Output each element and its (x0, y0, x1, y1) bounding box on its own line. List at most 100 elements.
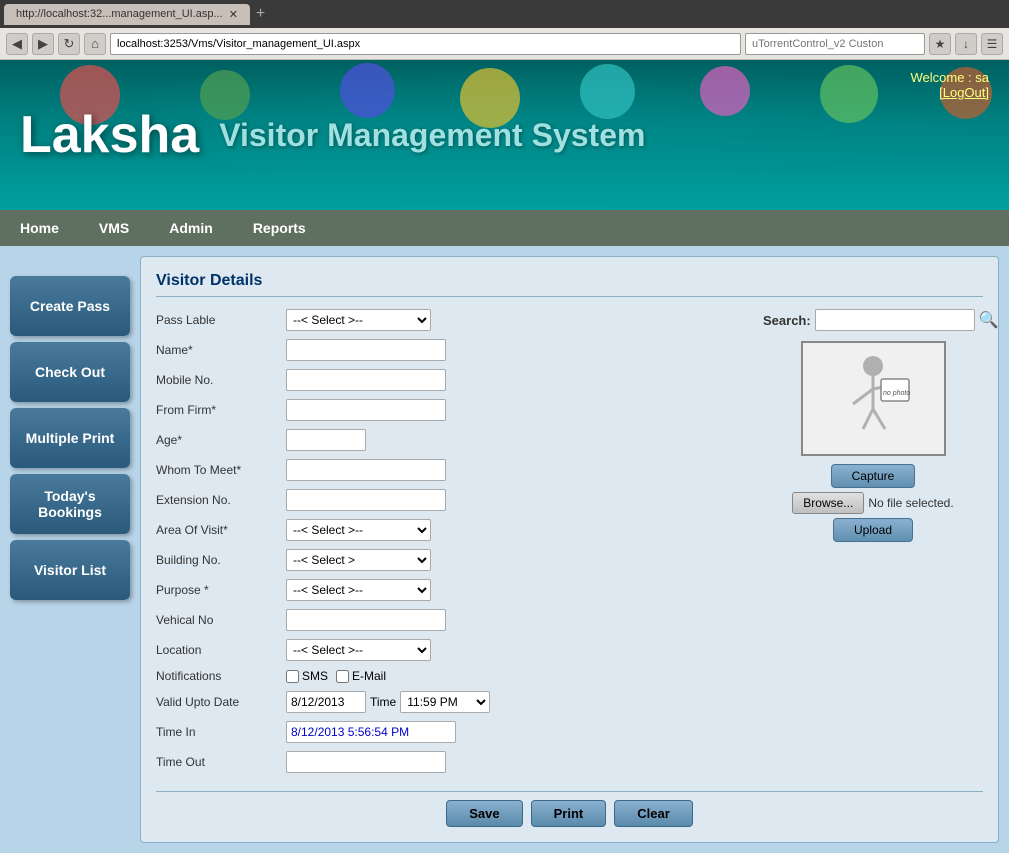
print-button[interactable]: Print (531, 800, 607, 827)
area-of-visit-select[interactable]: --< Select >-- (286, 519, 431, 541)
notifications-label: Notifications (156, 669, 286, 683)
search-area: Search: 🔍 (763, 309, 983, 331)
form-buttons: Save Print Clear (156, 791, 983, 827)
sms-checkbox[interactable] (286, 670, 299, 683)
age-row: Age* (156, 429, 743, 451)
pass-label-select[interactable]: --< Select >-- (286, 309, 431, 331)
browser-search-bar[interactable] (745, 33, 925, 55)
bookmark-button[interactable]: ★ (929, 33, 951, 55)
browser-tab[interactable]: http://localhost:32...management_UI.asp.… (4, 4, 250, 25)
mobile-label: Mobile No. (156, 373, 286, 387)
valid-date-input[interactable] (286, 691, 366, 713)
whom-to-meet-input[interactable] (286, 459, 446, 481)
search-button[interactable]: 🔍 (979, 310, 999, 330)
time-in-row: Time In (156, 721, 743, 743)
vehicle-row: Vehical No (156, 609, 743, 631)
app-title: Laksha (20, 105, 199, 165)
pass-label-label: Pass Lable (156, 313, 286, 327)
logout-link[interactable]: [LogOut] (939, 85, 989, 100)
url-bar[interactable] (110, 33, 741, 55)
area-of-visit-row: Area Of Visit* --< Select >-- (156, 519, 743, 541)
name-row: Name* (156, 339, 743, 361)
upload-button[interactable]: Upload (833, 518, 913, 542)
from-firm-input[interactable] (286, 399, 446, 421)
home-button[interactable]: ⌂ (84, 33, 106, 55)
time-select[interactable]: 11:59 PM (400, 691, 490, 713)
valid-upto-label: Valid Upto Date (156, 695, 286, 709)
capture-button[interactable]: Capture (831, 464, 916, 488)
photo-box: no photo (801, 341, 946, 456)
forward-button[interactable]: ▶ (32, 33, 54, 55)
form-fields: Pass Lable --< Select >-- Name* Mobile N… (156, 309, 743, 781)
tab-title: http://localhost:32...management_UI.asp.… (16, 8, 223, 20)
check-out-button[interactable]: Check Out (10, 342, 130, 402)
location-select[interactable]: --< Select >-- (286, 639, 431, 661)
search-input[interactable] (815, 309, 975, 331)
sidebar: Create Pass Check Out Multiple Print Tod… (10, 256, 130, 843)
age-label: Age* (156, 433, 286, 447)
search-label: Search: (763, 313, 811, 328)
time-out-row: Time Out (156, 751, 743, 773)
browse-row: Browse... No file selected. (763, 492, 983, 514)
extension-row: Extension No. (156, 489, 743, 511)
building-label: Building No. (156, 553, 286, 567)
form-photo-area: Search: 🔍 (763, 309, 983, 781)
mobile-row: Mobile No. (156, 369, 743, 391)
email-checkbox[interactable] (336, 670, 349, 683)
todays-bookings-button[interactable]: Today's Bookings (10, 474, 130, 534)
time-out-input[interactable] (286, 751, 446, 773)
name-input[interactable] (286, 339, 446, 361)
browser-chrome: http://localhost:32...management_UI.asp.… (0, 0, 1009, 60)
mobile-input[interactable] (286, 369, 446, 391)
whom-to-meet-label: Whom To Meet* (156, 463, 286, 477)
email-label: E-Mail (352, 669, 386, 683)
main-content: Create Pass Check Out Multiple Print Tod… (0, 246, 1009, 853)
purpose-select[interactable]: --< Select >-- (286, 579, 431, 601)
tab-close-icon[interactable]: ✕ (229, 8, 238, 21)
email-checkbox-label[interactable]: E-Mail (336, 669, 386, 683)
nav-vms[interactable]: VMS (79, 210, 149, 246)
area-of-visit-label: Area Of Visit* (156, 523, 286, 537)
nav-admin[interactable]: Admin (149, 210, 233, 246)
nav-reports[interactable]: Reports (233, 210, 326, 246)
valid-upto-row: Valid Upto Date Time 11:59 PM (156, 691, 743, 713)
form-layout: Pass Lable --< Select >-- Name* Mobile N… (156, 309, 983, 781)
from-firm-row: From Firm* (156, 399, 743, 421)
download-button[interactable]: ↓ (955, 33, 977, 55)
new-tab-button[interactable]: + (250, 5, 271, 23)
welcome-text: Welcome : sa (910, 70, 989, 85)
time-in-label: Time In (156, 725, 286, 739)
purpose-row: Purpose * --< Select >-- (156, 579, 743, 601)
create-pass-button[interactable]: Create Pass (10, 276, 130, 336)
app-header: Laksha Visitor Management System Welcome… (0, 60, 1009, 210)
building-select[interactable]: --< Select > (286, 549, 431, 571)
visitor-list-button[interactable]: Visitor List (10, 540, 130, 600)
user-info: Welcome : sa [LogOut] (910, 70, 989, 100)
no-photo-placeholder: no photo (803, 343, 944, 454)
clear-button[interactable]: Clear (614, 800, 693, 827)
time-label: Time (370, 695, 396, 709)
app-subtitle: Visitor Management System (219, 117, 645, 154)
purpose-label: Purpose * (156, 583, 286, 597)
back-button[interactable]: ◀ (6, 33, 28, 55)
refresh-button[interactable]: ↻ (58, 33, 80, 55)
age-input[interactable] (286, 429, 366, 451)
building-row: Building No. --< Select > (156, 549, 743, 571)
nav-home[interactable]: Home (0, 210, 79, 246)
time-out-label: Time Out (156, 755, 286, 769)
vehicle-input[interactable] (286, 609, 446, 631)
location-row: Location --< Select >-- (156, 639, 743, 661)
form-container: Visitor Details Pass Lable --< Select >-… (140, 256, 999, 843)
location-label: Location (156, 643, 286, 657)
multiple-print-button[interactable]: Multiple Print (10, 408, 130, 468)
notifications-row: Notifications SMS E-Mail (156, 669, 743, 683)
browser-titlebar: http://localhost:32...management_UI.asp.… (0, 0, 1009, 28)
no-photo-svg: no photo (833, 354, 913, 444)
browse-button[interactable]: Browse... (792, 492, 864, 514)
time-in-input[interactable] (286, 721, 456, 743)
extension-input[interactable] (286, 489, 446, 511)
sms-checkbox-label[interactable]: SMS (286, 669, 328, 683)
save-button[interactable]: Save (446, 800, 522, 827)
pass-label-row: Pass Lable --< Select >-- (156, 309, 743, 331)
menu-button[interactable]: ☰ (981, 33, 1003, 55)
